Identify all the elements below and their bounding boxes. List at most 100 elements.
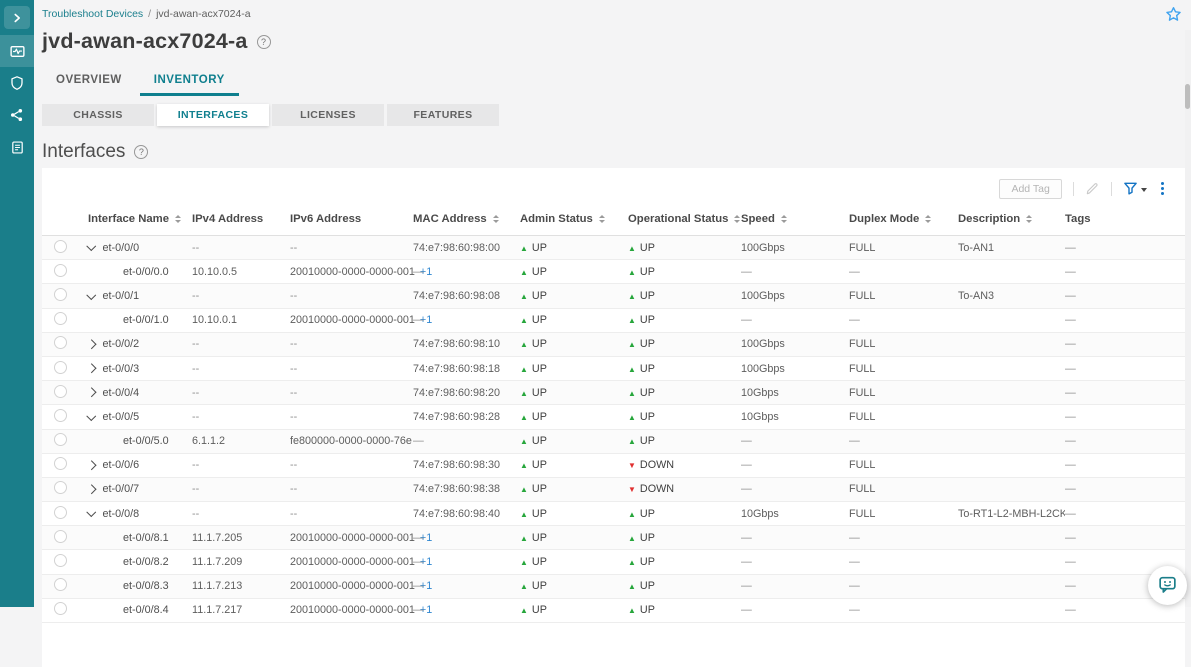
- subtab-features[interactable]: FEATURES: [387, 104, 499, 126]
- column-header-interface-name[interactable]: Interface Name: [88, 213, 192, 225]
- expand-row-chevron-icon[interactable]: [87, 340, 96, 349]
- table-row-et-0/0/2[interactable]: et-0/0/2----74:e7:98:60:98:10▲UP▲UP100Gb…: [42, 333, 1185, 357]
- table-row-et-0/0/5.0[interactable]: et-0/0/5.06.1.1.2fe800000-0000-0000-76e—…: [42, 430, 1185, 454]
- interface-name: et-0/0/8: [103, 508, 140, 520]
- duplex-mode: FULL: [849, 242, 958, 254]
- mac-address: 74:e7:98:60:98:30: [413, 459, 520, 471]
- more-menu-icon[interactable]: [1158, 182, 1167, 196]
- column-header-admin-status[interactable]: Admin Status: [520, 213, 628, 225]
- expand-row-chevron-icon[interactable]: [87, 485, 96, 494]
- section-help-icon[interactable]: ?: [134, 145, 148, 159]
- scrollbar-thumb[interactable]: [1185, 84, 1190, 109]
- interface-name: et-0/0/8.3: [123, 580, 169, 592]
- table-row-et-0/0/8[interactable]: et-0/0/8----74:e7:98:60:98:40▲UP▲UP10Gbp…: [42, 502, 1185, 526]
- column-header-operational-status[interactable]: Operational Status: [628, 213, 741, 225]
- admin-status: ▲UP: [520, 435, 628, 447]
- column-header-speed[interactable]: Speed: [741, 213, 849, 225]
- chat-button[interactable]: [1148, 566, 1187, 605]
- row-select-radio[interactable]: [54, 481, 67, 494]
- sidebar-item-device-health[interactable]: [0, 35, 34, 67]
- tab-inventory[interactable]: INVENTORY: [140, 74, 239, 96]
- sidebar-item-security[interactable]: [0, 67, 34, 99]
- collapse-row-chevron-icon[interactable]: [87, 290, 96, 299]
- column-header-mac-address[interactable]: MAC Address: [413, 213, 520, 225]
- column-label: Speed: [741, 213, 775, 225]
- row-select-radio[interactable]: [54, 530, 67, 543]
- row-select-radio[interactable]: [54, 288, 67, 301]
- row-select-radio[interactable]: [54, 385, 67, 398]
- sort-icon[interactable]: [925, 215, 931, 223]
- scrollbar-track[interactable]: [1185, 30, 1191, 607]
- table-row-et-0/0/3[interactable]: et-0/0/3----74:e7:98:60:98:18▲UP▲UP100Gb…: [42, 357, 1185, 381]
- table-row-et-0/0/8.4[interactable]: et-0/0/8.411.1.7.21720010000-0000-0000-0…: [42, 599, 1185, 623]
- sort-icon[interactable]: [599, 215, 605, 223]
- sidebar-item-reports[interactable]: [0, 131, 34, 163]
- chevron-right-icon: [10, 11, 24, 25]
- ipv4-address: 11.1.7.209: [192, 556, 290, 568]
- status-label: UP: [640, 604, 655, 616]
- expand-row-chevron-icon[interactable]: [87, 461, 96, 470]
- speed: —: [741, 580, 849, 592]
- subtab-licenses[interactable]: LICENSES: [272, 104, 384, 126]
- status-label: UP: [640, 580, 655, 592]
- row-select-radio[interactable]: [54, 361, 67, 374]
- table-row-et-0/0/8.3[interactable]: et-0/0/8.311.1.7.21320010000-0000-0000-0…: [42, 575, 1185, 599]
- expand-row-chevron-icon[interactable]: [87, 388, 96, 397]
- table-row-et-0/0/6[interactable]: et-0/0/6----74:e7:98:60:98:30▲UP▼DOWN—FU…: [42, 454, 1185, 478]
- table-row-et-0/0/1[interactable]: et-0/0/1----74:e7:98:60:98:08▲UP▲UP100Gb…: [42, 284, 1185, 308]
- sort-icon[interactable]: [493, 215, 499, 223]
- sort-icon[interactable]: [781, 215, 787, 223]
- sort-icon[interactable]: [175, 215, 181, 223]
- status-up-icon: ▲: [520, 292, 528, 301]
- sidebar-expand-button[interactable]: [4, 6, 30, 29]
- row-select-radio[interactable]: [54, 433, 67, 446]
- row-select-radio[interactable]: [54, 506, 67, 519]
- duplex-mode: FULL: [849, 459, 958, 471]
- speed: 10Gbps: [741, 387, 849, 399]
- row-select-radio[interactable]: [54, 336, 67, 349]
- interface-name: et-0/0/0.0: [123, 266, 169, 278]
- row-select-radio[interactable]: [54, 240, 67, 253]
- favorite-star-icon[interactable]: [1164, 6, 1182, 24]
- table-row-et-0/0/8.1[interactable]: et-0/0/8.111.1.7.20520010000-0000-0000-0…: [42, 526, 1185, 550]
- speed: 100Gbps: [741, 338, 849, 350]
- collapse-row-chevron-icon[interactable]: [87, 411, 96, 420]
- tab-overview[interactable]: OVERVIEW: [48, 74, 130, 96]
- row-select-radio[interactable]: [54, 312, 67, 325]
- breadcrumb-link-troubleshoot-devices[interactable]: Troubleshoot Devices: [42, 8, 143, 20]
- breadcrumb-current: jvd-awan-acx7024-a: [156, 8, 251, 20]
- subtab-bar: CHASSIS INTERFACES LICENSES FEATURES: [42, 104, 1191, 126]
- sort-icon[interactable]: [1026, 215, 1032, 223]
- subtab-chassis[interactable]: CHASSIS: [42, 104, 154, 126]
- sort-icon[interactable]: [734, 215, 740, 223]
- interface-name: et-0/0/0: [103, 242, 140, 254]
- expand-row-chevron-icon[interactable]: [87, 364, 96, 373]
- table-row-et-0/0/4[interactable]: et-0/0/4----74:e7:98:60:98:20▲UP▲UP10Gbp…: [42, 381, 1185, 405]
- row-select-radio[interactable]: [54, 602, 67, 615]
- row-select-radio[interactable]: [54, 264, 67, 277]
- table-row-et-0/0/5[interactable]: et-0/0/5----74:e7:98:60:98:28▲UP▲UP10Gbp…: [42, 405, 1185, 429]
- row-select-radio[interactable]: [54, 578, 67, 591]
- add-tag-button[interactable]: Add Tag: [999, 179, 1061, 199]
- mac-address: —: [413, 556, 520, 568]
- table-row-et-0/0/7[interactable]: et-0/0/7----74:e7:98:60:98:38▲UP▼DOWN—FU…: [42, 478, 1185, 502]
- collapse-row-chevron-icon[interactable]: [87, 242, 96, 251]
- collapse-row-chevron-icon[interactable]: [87, 508, 96, 517]
- status-label: UP: [532, 363, 547, 375]
- table-row-et-0/0/0.0[interactable]: et-0/0/0.010.10.0.520010000-0000-0000-00…: [42, 260, 1185, 284]
- column-header-description[interactable]: Description: [958, 213, 1065, 225]
- table-row-et-0/0/0[interactable]: et-0/0/0----74:e7:98:60:98:00▲UP▲UP100Gb…: [42, 236, 1185, 260]
- row-select-radio[interactable]: [54, 554, 67, 567]
- status-up-icon: ▲: [628, 510, 636, 519]
- sidebar-item-network[interactable]: [0, 99, 34, 131]
- subtab-interfaces[interactable]: INTERFACES: [157, 104, 269, 126]
- edit-pencil-icon[interactable]: [1085, 181, 1100, 196]
- row-select-radio[interactable]: [54, 409, 67, 422]
- table-row-et-0/0/1.0[interactable]: et-0/0/1.010.10.0.120010000-0000-0000-00…: [42, 309, 1185, 333]
- row-select-radio[interactable]: [54, 457, 67, 470]
- tags: —: [1065, 242, 1185, 254]
- table-row-et-0/0/8.2[interactable]: et-0/0/8.211.1.7.20920010000-0000-0000-0…: [42, 550, 1185, 574]
- column-header-duplex-mode[interactable]: Duplex Mode: [849, 213, 958, 225]
- page-help-icon[interactable]: ?: [257, 35, 271, 49]
- filter-funnel-icon[interactable]: [1123, 181, 1147, 196]
